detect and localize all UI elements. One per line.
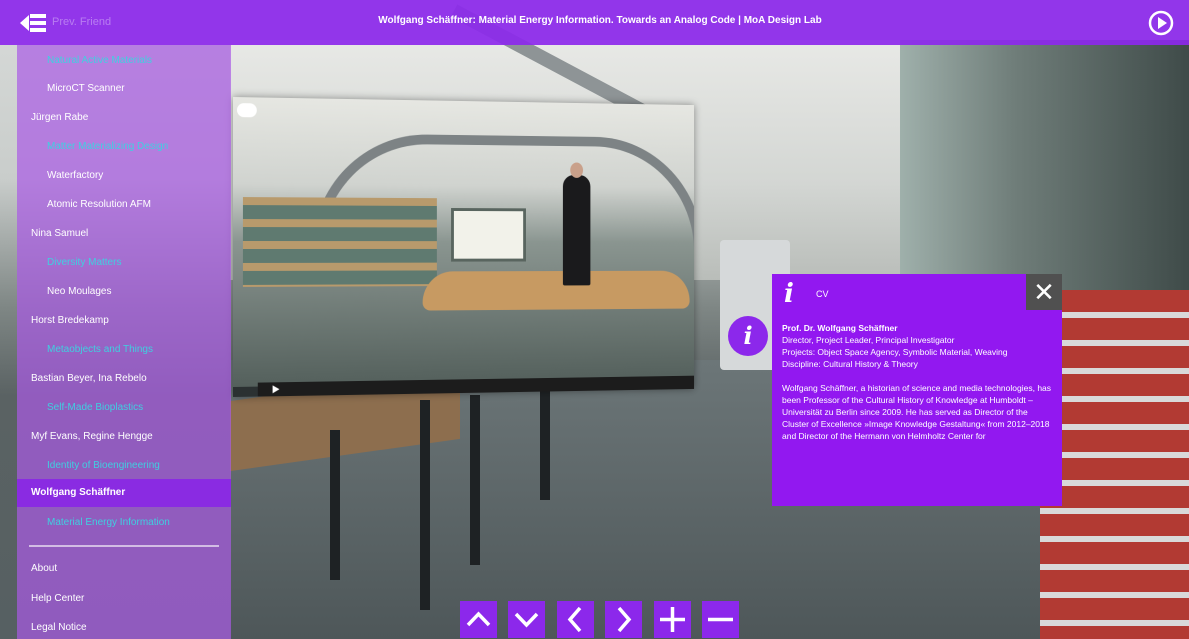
sidebar-item[interactable]: Diversity Matters xyxy=(17,249,231,277)
sidebar-item[interactable]: Identity of Bioengineering xyxy=(17,452,231,480)
table-leg xyxy=(470,395,480,565)
video-player[interactable] xyxy=(233,97,695,397)
table-leg xyxy=(330,430,340,580)
prev-friend-link[interactable]: Prev. Friend xyxy=(52,16,111,28)
projects-line: Projects: Object Space Agency, Symbolic … xyxy=(782,347,1008,357)
sidebar-item[interactable]: Natural Active Materials xyxy=(17,47,231,75)
sidebar-item-active[interactable]: Wolfgang Schäffner xyxy=(17,479,231,507)
zoom-out-button[interactable] xyxy=(702,601,739,638)
chevron-right-icon xyxy=(617,606,632,633)
pan-up-button[interactable] xyxy=(460,601,497,638)
sidebar-item[interactable]: Waterfactory xyxy=(17,162,231,190)
role-line: Director, Project Leader, Principal Inve… xyxy=(782,335,955,345)
sidebar-item[interactable]: Myf Evans, Regine Hengge xyxy=(17,423,231,451)
sidebar-item[interactable]: Atomic Resolution AFM xyxy=(17,191,231,219)
about-link[interactable]: About xyxy=(17,555,231,583)
sidebar-divider xyxy=(29,545,219,547)
zoom-in-button[interactable] xyxy=(654,601,691,638)
table-leg xyxy=(540,380,550,500)
info-panel: i CV ✕ Prof. Dr. Wolfgang Schäffner Dire… xyxy=(772,274,1062,506)
menu-back-icon xyxy=(20,14,46,32)
plus-icon xyxy=(660,607,685,632)
close-icon: ✕ xyxy=(1033,277,1055,307)
sidebar-item[interactable]: Nina Samuel xyxy=(17,220,231,248)
sidebar-item[interactable]: Metaobjects and Things xyxy=(17,336,231,364)
info-hotspot-icon[interactable]: i xyxy=(728,316,768,356)
minus-icon xyxy=(708,617,733,622)
pan-right-button[interactable] xyxy=(605,601,642,638)
play-circle-icon xyxy=(1148,10,1174,36)
help-center-link[interactable]: Help Center xyxy=(17,585,231,613)
person-name: Prof. Dr. Wolfgang Schäffner xyxy=(782,323,898,333)
video-shelves xyxy=(242,197,437,287)
pan-left-button[interactable] xyxy=(557,601,594,638)
autoplay-button[interactable] xyxy=(1148,10,1174,36)
chevron-left-icon xyxy=(567,606,582,633)
info-body: Prof. Dr. Wolfgang Schäffner Director, P… xyxy=(782,322,1054,442)
sidebar-item[interactable]: Neo Moulages xyxy=(17,278,231,306)
close-button[interactable]: ✕ xyxy=(1026,274,1062,310)
info-icon: i xyxy=(784,279,794,309)
video-frame xyxy=(233,97,695,387)
chevron-up-icon xyxy=(466,611,491,627)
sidebar-item[interactable]: Bastian Beyer, Ina Rebelo xyxy=(17,365,231,393)
discipline-line: Discipline: Cultural History & Theory xyxy=(782,359,918,369)
legal-notice-link[interactable]: Legal Notice xyxy=(17,614,231,639)
page-title: Wolfgang Schäffner: Material Energy Info… xyxy=(378,15,822,26)
chevron-down-icon xyxy=(514,612,539,628)
cv-tab[interactable]: CV xyxy=(816,289,829,299)
sidebar-item[interactable]: Self-Made Bioplastics xyxy=(17,394,231,422)
sidebar-item[interactable]: Horst Bredekamp xyxy=(17,307,231,335)
sidebar-item[interactable]: MicroCT Scanner xyxy=(17,75,231,103)
pan-down-button[interactable] xyxy=(508,601,545,638)
bio-text: Wolfgang Schäffner, a historian of scien… xyxy=(782,383,1052,441)
top-bar: Prev. Friend Wolfgang Schäffner: Materia… xyxy=(0,0,1189,45)
sidebar-item[interactable]: Material Energy Information xyxy=(17,509,231,537)
sidebar-item[interactable]: Matter Materializing Design xyxy=(17,133,231,161)
video-window xyxy=(451,208,526,262)
video-play-icon[interactable] xyxy=(272,385,280,394)
channel-logo[interactable] xyxy=(236,103,257,118)
speaker-head xyxy=(570,162,584,178)
video-table xyxy=(422,270,690,311)
sidebar: Natural Active Materials MicroCT Scanner… xyxy=(17,45,231,639)
table-leg xyxy=(420,400,430,610)
speaker-figure xyxy=(562,174,591,286)
red-cabinet xyxy=(1040,290,1189,639)
menu-back-button[interactable] xyxy=(18,10,48,36)
sidebar-item[interactable]: Jürgen Rabe xyxy=(17,104,231,132)
